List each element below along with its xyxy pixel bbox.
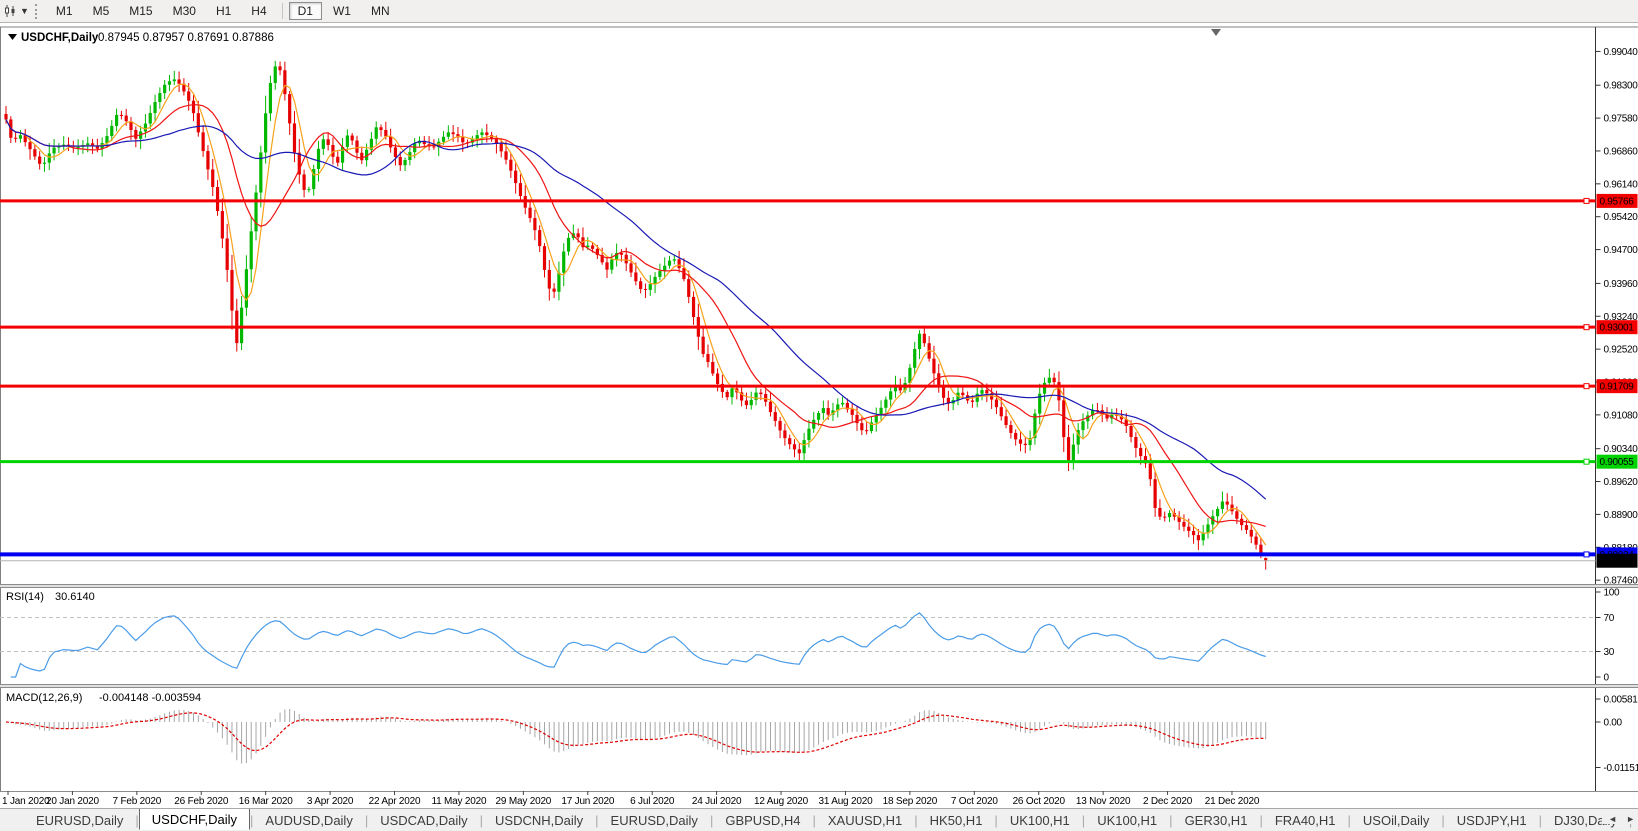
svg-text:29 May 2020: 29 May 2020 [496, 796, 552, 807]
timeframe-button-w1[interactable]: W1 [324, 2, 360, 20]
svg-text:0.98300: 0.98300 [1604, 81, 1638, 92]
svg-text:26 Oct 2020: 26 Oct 2020 [1013, 796, 1066, 807]
svg-text:7 Feb 2020: 7 Feb 2020 [113, 796, 162, 807]
symbol-tab-usdchf-daily[interactable]: USDCHF,Daily [138, 809, 251, 830]
svg-text:0.96140: 0.96140 [1604, 179, 1638, 190]
trading-terminal-window: { "toolbar": { "chart_type_icon": "candl… [0, 0, 1638, 831]
rsi-indicator-layer [0, 612, 1596, 678]
svg-text:21 Dec 2020: 21 Dec 2020 [1205, 796, 1260, 807]
symbol-tab-usoil-daily[interactable]: USOil,Daily [1351, 811, 1441, 830]
symbol-tab-hk50-h1[interactable]: HK50,H1 [918, 811, 995, 830]
svg-text:12 Aug 2020: 12 Aug 2020 [754, 796, 809, 807]
svg-text:0.97580: 0.97580 [1604, 114, 1638, 125]
timeframe-button-m15[interactable]: M15 [120, 2, 161, 20]
symbol-tab-fra40-h1[interactable]: FRA40,H1 [1263, 811, 1348, 830]
tab-scroll-buttons: ◄ ► [1602, 814, 1635, 824]
svg-text:70: 70 [1604, 613, 1615, 624]
svg-text:1 Jan 2020: 1 Jan 2020 [2, 796, 50, 807]
svg-text:7 Oct 2020: 7 Oct 2020 [951, 796, 999, 807]
svg-text:0.95766: 0.95766 [1600, 196, 1635, 207]
symbol-tab-eurusd-daily[interactable]: EURUSD,Daily [24, 811, 135, 830]
svg-text:17 Jun 2020: 17 Jun 2020 [561, 796, 614, 807]
symbol-tab-audusd-daily[interactable]: AUDUSD,Daily [253, 811, 364, 830]
symbol-tab-gbpusd-h4[interactable]: GBPUSD,H4 [713, 811, 812, 830]
symbol-tab-xauusd-h1[interactable]: XAUUSD,H1 [816, 811, 914, 830]
svg-text:2 Dec 2020: 2 Dec 2020 [1143, 796, 1193, 807]
svg-text:0.90055: 0.90055 [1600, 457, 1635, 468]
svg-text:0.005818: 0.005818 [1604, 695, 1638, 706]
svg-text:18 Sep 2020: 18 Sep 2020 [883, 796, 938, 807]
svg-text:0.87460: 0.87460 [1604, 576, 1638, 587]
moving-average-lines [5, 83, 1267, 546]
chart-shift-marker[interactable] [1211, 29, 1221, 36]
svg-text:26 Feb 2020: 26 Feb 2020 [174, 796, 229, 807]
timeframe-button-d1[interactable]: D1 [288, 2, 322, 20]
symbol-tab-uk100-h1[interactable]: UK100,H1 [1085, 811, 1169, 830]
toolbar-grip [34, 3, 40, 19]
candlestick-chart-icon[interactable] [3, 3, 19, 19]
timeframe-buttons: M1 M5 M15 M30 H1 H4 D1 W1 MN [46, 2, 400, 20]
svg-text:0.89620: 0.89620 [1604, 477, 1638, 488]
symbol-tab-usdjpy-h1[interactable]: USDJPY,H1 [1445, 811, 1539, 830]
svg-text:0.91709: 0.91709 [1600, 382, 1635, 393]
svg-text:31 Aug 2020: 31 Aug 2020 [818, 796, 873, 807]
svg-text:0.88900: 0.88900 [1604, 510, 1638, 521]
date-axis: 1 Jan 202020 Jan 2020 7 Feb 2020 26 Feb 20… [2, 791, 1260, 807]
svg-text:0.99040: 0.99040 [1604, 47, 1638, 58]
rsi-label: RSI(14) [6, 591, 44, 603]
svg-text:0.95420: 0.95420 [1604, 212, 1638, 223]
svg-text:20 Jan 2020: 20 Jan 2020 [46, 796, 99, 807]
symbol-tab-bar: EURUSD,Daily | USDCHF,Daily | AUDUSD,Daily | U… [0, 808, 1638, 831]
timeframe-button-h1[interactable]: H1 [207, 2, 240, 20]
timeframe-button-mn[interactable]: MN [362, 2, 399, 20]
svg-text:13 Nov 2020: 13 Nov 2020 [1076, 796, 1131, 807]
timeframe-button-h4[interactable]: H4 [242, 2, 275, 20]
pane-frame-layer [0, 26, 1638, 792]
svg-text:0.93001: 0.93001 [1600, 323, 1635, 334]
candlestick-series [4, 60, 1268, 570]
price-chart-canvas[interactable]: 0.99040 0.98300 0.97580 0.96860 0.96140 0.954… [0, 0, 1638, 831]
timeframe-button-m1[interactable]: M1 [47, 2, 82, 20]
svg-text:6 Jul 2020: 6 Jul 2020 [630, 796, 675, 807]
symbol-tab-uk100-h1[interactable]: UK100,H1 [998, 811, 1082, 830]
price-axis: 0.99040 0.98300 0.97580 0.96860 0.96140 0.954… [1595, 47, 1638, 774]
chart-title-quote: 0.87945 0.87957 0.87691 0.87886 [98, 32, 274, 44]
svg-text:11 May 2020: 11 May 2020 [431, 796, 487, 807]
chart-title-symbol: USDCHF,Daily [21, 32, 99, 44]
rsi-value: 30.6140 [55, 591, 95, 603]
timeframe-button-m5[interactable]: M5 [84, 2, 119, 20]
arrow-right-icon[interactable]: ► [1626, 814, 1635, 824]
toolbar: ▼ M1 M5 M15 M30 H1 H4 D1 W1 MN [0, 0, 1638, 23]
svg-text:30: 30 [1604, 647, 1615, 658]
arrow-left-icon[interactable]: ◄ [1608, 814, 1617, 824]
svg-text:22 Apr 2020: 22 Apr 2020 [369, 796, 421, 807]
svg-text:24 Jul 2020: 24 Jul 2020 [692, 796, 742, 807]
macd-indicator-layer [5, 709, 1267, 764]
toolbar-separator [281, 3, 283, 19]
symbol-tabs: EURUSD,Daily | USDCHF,Daily | AUDUSD,Daily | U… [24, 809, 1638, 830]
svg-text:0.91080: 0.91080 [1604, 410, 1638, 421]
svg-text:0: 0 [1604, 673, 1610, 684]
symbol-tab-usdcnh-daily[interactable]: USDCNH,Daily [483, 811, 595, 830]
svg-text:3 Apr 2020: 3 Apr 2020 [307, 796, 354, 807]
svg-text:16 Mar 2020: 16 Mar 2020 [239, 796, 294, 807]
svg-text:-0.011514: -0.011514 [1604, 763, 1638, 774]
svg-text:0.93960: 0.93960 [1604, 279, 1638, 290]
timeframe-button-m30[interactable]: M30 [164, 2, 205, 20]
svg-text:100: 100 [1604, 588, 1621, 599]
horizontal-level-lines[interactable]: 0.957660.930010.917090.900550.880240.878… [0, 193, 1638, 568]
symbol-tab-eurusd-daily[interactable]: EURUSD,Daily [599, 811, 710, 830]
svg-text:0.90340: 0.90340 [1604, 444, 1638, 455]
macd-values: -0.004148 -0.003594 [99, 692, 201, 704]
svg-text:0.96860: 0.96860 [1604, 146, 1638, 157]
chevron-down-icon[interactable]: ▼ [20, 6, 29, 16]
svg-text:0.87886: 0.87886 [1600, 556, 1635, 567]
symbol-tab-usdcad-daily[interactable]: USDCAD,Daily [368, 811, 479, 830]
symbol-tab-ger30-h1[interactable]: GER30,H1 [1173, 811, 1260, 830]
chart-dropdown-icon[interactable] [8, 34, 17, 40]
svg-text:0.94700: 0.94700 [1604, 245, 1638, 256]
svg-text:0.00: 0.00 [1604, 718, 1623, 729]
macd-label: MACD(12,26,9) [6, 692, 82, 704]
svg-text:0.92520: 0.92520 [1604, 345, 1638, 356]
